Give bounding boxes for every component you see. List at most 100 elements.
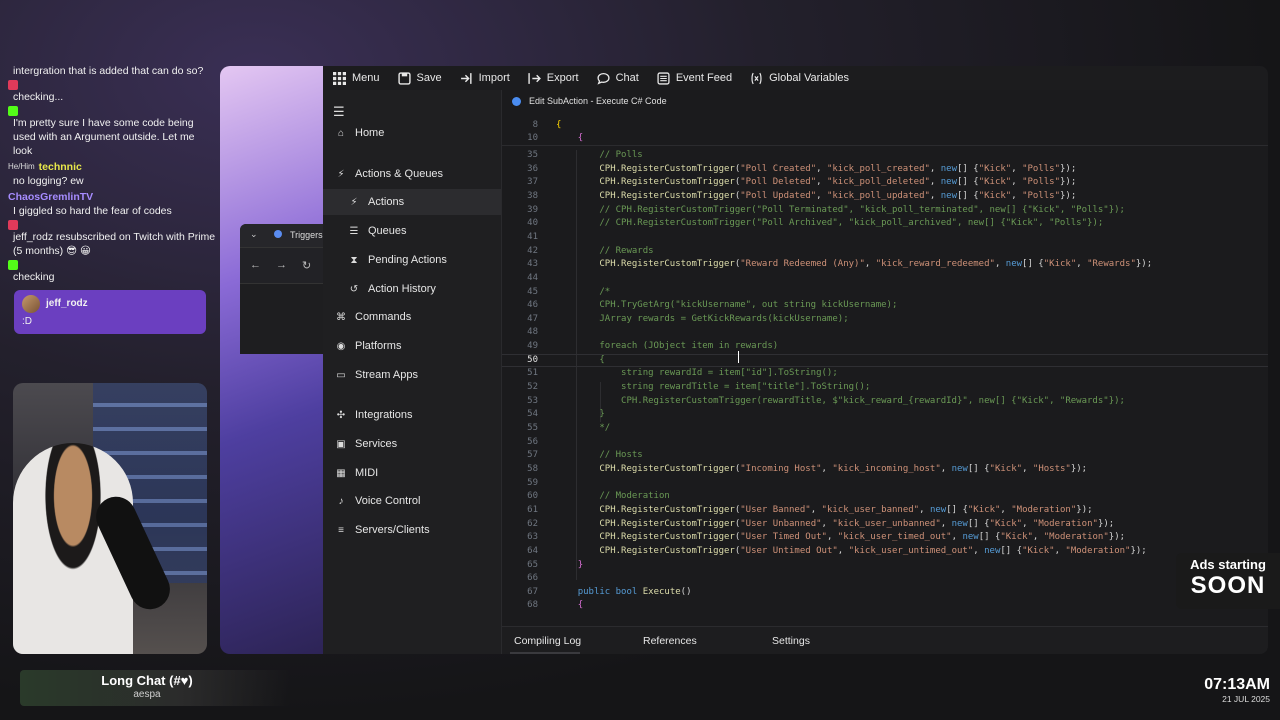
code-line: CPH.RegisterCustomTrigger("User Banned",… xyxy=(599,504,1093,515)
avatar xyxy=(22,295,40,313)
code-line: { xyxy=(577,133,584,143)
line-number: 47 xyxy=(527,313,538,324)
code-line: CPH.RegisterCustomTrigger("User Timed Ou… xyxy=(599,532,1126,543)
browser-tab-label[interactable]: Triggers xyxy=(290,230,323,240)
line-number: 48 xyxy=(527,327,538,338)
chat-username-row xyxy=(8,260,216,270)
sidebar-item-stream-apps[interactable]: ▭ Stream Apps xyxy=(323,362,501,388)
sidebar-item-integrations[interactable]: ✣ Integrations xyxy=(323,402,501,428)
menubar-item-import[interactable]: Import xyxy=(460,72,510,85)
line-number: 42 xyxy=(527,245,538,256)
active-tab-indicator xyxy=(510,652,580,654)
code-area[interactable]: 8 {10 {35 // Polls 36 CPH.RegisterCustomTr… xyxy=(502,120,1268,626)
sidebar-item-label: Pending Actions xyxy=(368,254,447,266)
sidebar-item-label: Services xyxy=(355,438,398,450)
line-number: 40 xyxy=(527,218,538,229)
sidebar-item-servers-clients[interactable]: ≡ Servers/Clients xyxy=(323,517,501,543)
platform-badge-icon xyxy=(8,220,18,230)
code-line: CPH.RegisterCustomTrigger("Poll Deleted"… xyxy=(599,177,1077,188)
back-arrow-icon[interactable]: ← xyxy=(250,259,261,271)
command-icon: ⌘ xyxy=(336,311,346,323)
reload-icon[interactable]: ↻ xyxy=(302,259,311,272)
clock-time: 07:13AM xyxy=(1204,676,1270,693)
current-line-highlight xyxy=(502,353,1268,367)
chat-text: no logging? ew xyxy=(13,175,84,187)
code-line: // Rewards xyxy=(599,245,654,256)
sidebar-item-label: Platforms xyxy=(355,340,402,352)
sidebar-item-label: Integrations xyxy=(355,409,413,421)
chat-username-row xyxy=(8,220,216,230)
sidebar-item-action-history[interactable]: ↺ Action History xyxy=(323,276,501,302)
sidebar-item-midi[interactable]: ▦ MIDI xyxy=(323,460,501,486)
chat-text: jeff_rodz resubscribed on Twitch with Pr… xyxy=(13,231,216,257)
line-number: 35 xyxy=(527,150,538,160)
sidebar-item-label: MIDI xyxy=(355,467,379,479)
tab-compiling-log[interactable]: Compiling Log xyxy=(514,635,581,647)
sidebar-item-actions[interactable]: ⚡ Actions xyxy=(323,189,501,215)
sidebar-item-actions-queues[interactable]: ⚡ Actions & Queues xyxy=(323,161,501,187)
sidebar-item-voice-control[interactable]: ♪ Voice Control xyxy=(323,488,501,514)
sidebar-item-commands[interactable]: ⌘ Commands xyxy=(323,304,501,330)
platforms-icon: ◉ xyxy=(336,340,346,352)
history-icon: ↺ xyxy=(349,283,359,295)
sidebar-item-label: Voice Control xyxy=(355,495,421,507)
menubar-item-global-variables[interactable]: Global Variables xyxy=(750,72,849,85)
tab-settings[interactable]: Settings xyxy=(772,635,810,647)
hamburger-icon[interactable]: ☰ xyxy=(333,104,345,120)
line-number: 63 xyxy=(527,532,538,543)
forward-arrow-icon[interactable]: → xyxy=(276,259,287,271)
bolt-icon: ⚡ xyxy=(337,168,345,180)
code-line: } xyxy=(599,409,605,420)
bolt-icon: ⚡ xyxy=(350,196,358,208)
sidebar-item-pending-actions[interactable]: ⧗ Pending Actions xyxy=(323,247,501,273)
browser-tab-icon xyxy=(274,230,282,238)
code-line: CPH.RegisterCustomTrigger(rewardTitle, $… xyxy=(621,395,1125,406)
export-icon xyxy=(528,72,541,85)
line-number: 54 xyxy=(527,409,538,420)
chat-username-row xyxy=(8,80,216,90)
now-playing-title: Long Chat (#♥) xyxy=(101,673,193,688)
chat-text: I'm pretty sure I have some code being u… xyxy=(13,117,195,157)
variable-icon xyxy=(750,72,763,85)
line-number: 58 xyxy=(527,463,538,474)
menubar-item-label: Global Variables xyxy=(769,72,850,84)
line-number: 10 xyxy=(527,133,538,143)
line-number: 68 xyxy=(527,600,538,611)
menubar-item-menu[interactable]: Menu xyxy=(333,71,380,85)
sidebar-item-home[interactable]: ⌂ Home xyxy=(323,120,501,146)
menubar-item-event-feed[interactable]: Event Feed xyxy=(657,71,733,85)
line-number: 38 xyxy=(527,190,538,201)
line-number: 39 xyxy=(527,204,538,215)
code-line: // Polls xyxy=(599,150,643,160)
line-number: 62 xyxy=(527,518,538,529)
clock-date: 21 JUL 2025 xyxy=(1222,694,1270,704)
menubar-item-save[interactable]: Save xyxy=(397,71,442,85)
tab-references[interactable]: References xyxy=(643,635,697,647)
code-line: CPH.TryGetArg("kickUsername", out string… xyxy=(599,300,898,311)
code-line: CPH.RegisterCustomTrigger("Poll Updated"… xyxy=(599,190,1077,201)
menubar-item-label: Import xyxy=(478,72,510,84)
chat-text: I giggled so hard the fear of codes xyxy=(13,205,172,217)
line-number: 66 xyxy=(527,573,538,584)
sidebar-item-services[interactable]: ▣ Services xyxy=(323,431,501,457)
sidebar-item-queues[interactable]: ☰ Queues xyxy=(323,218,501,244)
chevron-down-icon[interactable]: ⌄ xyxy=(250,229,258,240)
platform-badge-icon xyxy=(8,80,18,90)
code-line: public bool Execute() xyxy=(577,586,692,597)
menubar-item-export[interactable]: Export xyxy=(528,72,579,85)
sidebar-item-platforms[interactable]: ◉ Platforms xyxy=(323,333,501,359)
chat-username-row: ChaosGremlinTV xyxy=(8,190,216,204)
line-number: 43 xyxy=(527,259,538,270)
sidebar-item-label: Stream Apps xyxy=(355,369,418,381)
menubar-item-chat[interactable]: Chat xyxy=(597,72,639,85)
sidebar-item-label: Servers/Clients xyxy=(355,524,430,536)
apps-icon: ▭ xyxy=(336,369,346,381)
code-line: /* xyxy=(599,286,611,297)
pending-icon: ⧗ xyxy=(350,254,358,266)
menubar-item-label: Event Feed xyxy=(675,72,733,84)
ads-notice: Ads starting SOON xyxy=(1176,553,1280,609)
chat-message: He/Him technnic no logging? ew xyxy=(8,160,216,188)
chat-text: checking... xyxy=(13,91,64,103)
chat-text: intergration that is added that can do s… xyxy=(13,65,204,77)
list-icon xyxy=(657,71,670,85)
